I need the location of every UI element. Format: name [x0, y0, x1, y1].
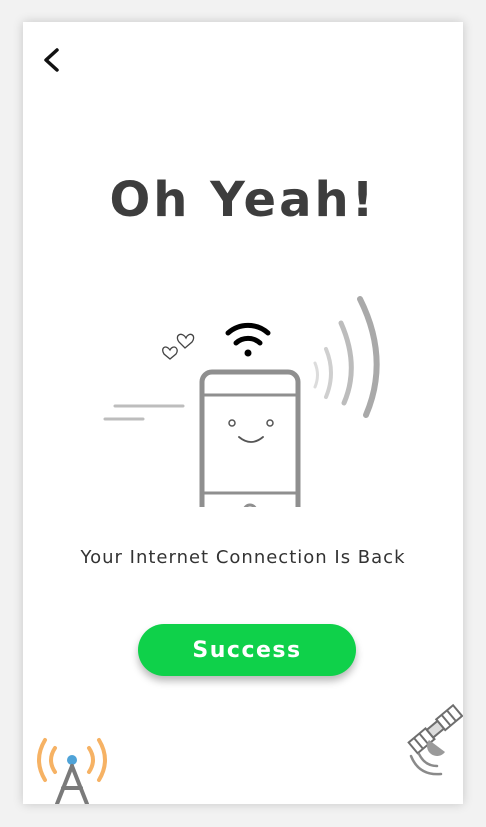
- connection-message: Your Internet Connection Is Back: [80, 547, 406, 568]
- back-chevron-icon[interactable]: [37, 44, 69, 76]
- page-title: Oh Yeah!: [109, 172, 377, 228]
- success-button[interactable]: Success: [138, 624, 356, 676]
- satellite-icon: [407, 703, 463, 776]
- wifi-icon: [225, 322, 271, 357]
- radio-tower-icon: [37, 738, 107, 804]
- phone-illustration: [103, 296, 380, 507]
- screen-card: Oh Yeah! Your Internet Connection Is Bac…: [23, 22, 463, 804]
- speed-lines-icon: [103, 404, 185, 421]
- signal-waves-icon: [313, 296, 380, 418]
- hearts-icon: [162, 333, 195, 360]
- smartphone-icon: [199, 369, 301, 507]
